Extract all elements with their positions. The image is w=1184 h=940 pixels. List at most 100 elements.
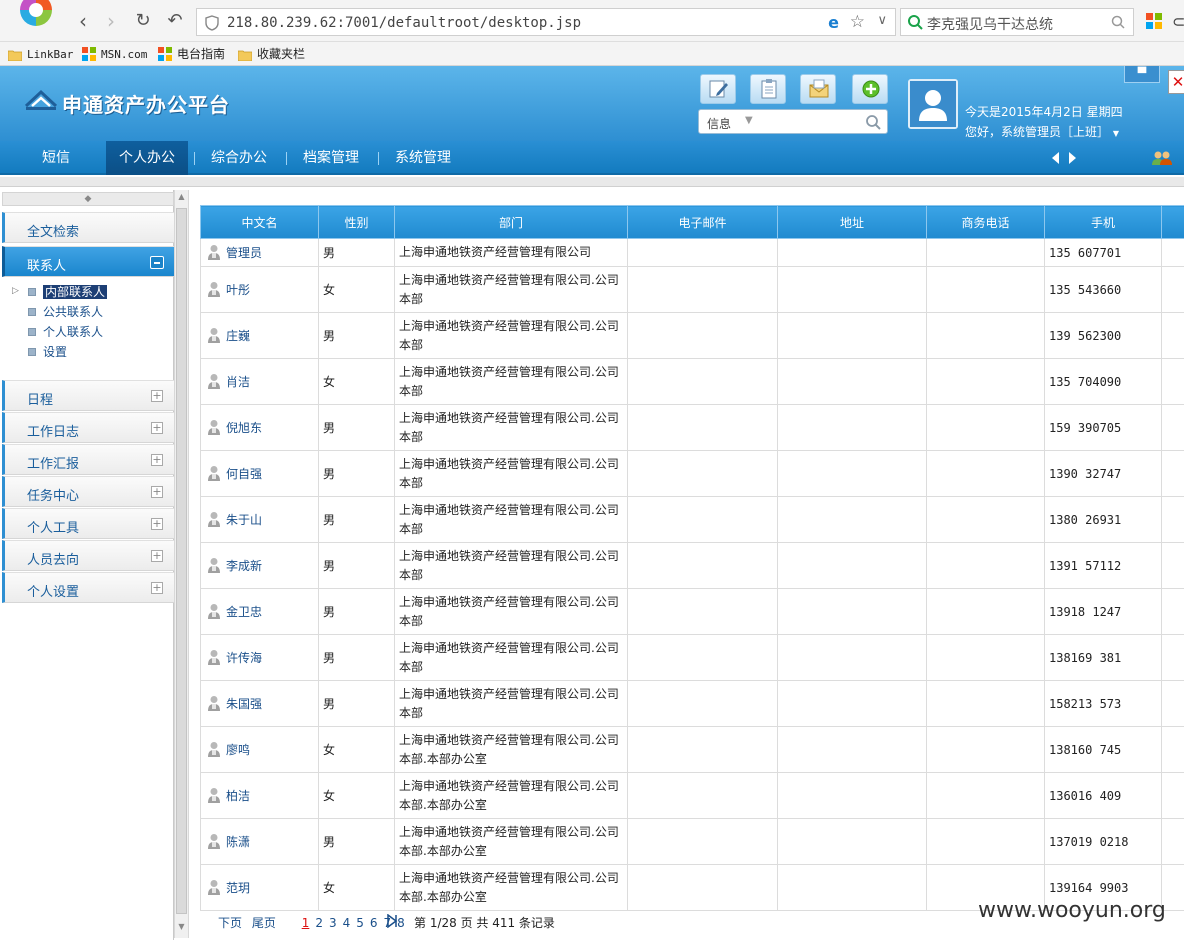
- users-icon[interactable]: [1152, 150, 1172, 166]
- page-arrow-icon[interactable]: [386, 914, 398, 928]
- scroll-left-icon[interactable]: [1050, 151, 1060, 165]
- column-header[interactable]: 中文名: [200, 205, 319, 239]
- browser-search-input[interactable]: 李克强见乌干达总统: [900, 8, 1134, 36]
- write-note-button[interactable]: [700, 74, 736, 104]
- table-row[interactable]: 倪旭东 男上海申通地铁资产经营管理有限公司.公司本部 159 390705: [200, 404, 1184, 451]
- name-cell[interactable]: 金卫忠: [200, 588, 319, 635]
- user-status-dropdown[interactable]: 您好，系统管理员［上班］ ▼: [965, 123, 1119, 140]
- table-row[interactable]: 何自强 男上海申通地铁资产经营管理有限公司.公司本部 1390 32747: [200, 450, 1184, 497]
- sidebar-scrollbar[interactable]: ▲ ▼: [174, 190, 189, 938]
- contact-name[interactable]: 廖鸣: [226, 743, 250, 757]
- column-header[interactable]: 手机: [1044, 205, 1162, 239]
- page-link[interactable]: 2: [315, 916, 323, 930]
- bookmark-radio[interactable]: 电台指南: [158, 45, 225, 63]
- table-row[interactable]: 陈潇 男上海申通地铁资产经营管理有限公司.公司本部.本部办公室 137019 021…: [200, 818, 1184, 865]
- menu-system[interactable]: 系统管理: [386, 141, 460, 175]
- page-link[interactable]: 8: [397, 916, 405, 930]
- scroll-down-icon[interactable]: ▼: [175, 922, 188, 936]
- collapse-icon[interactable]: [150, 256, 164, 269]
- contact-name[interactable]: 肖洁: [226, 375, 250, 389]
- extension-icon[interactable]: ⊂: [1172, 12, 1184, 31]
- column-header[interactable]: 地址: [777, 205, 927, 239]
- avatar[interactable]: [908, 79, 958, 129]
- contact-name[interactable]: 管理员: [226, 246, 262, 260]
- name-cell[interactable]: 庄巍: [200, 312, 319, 359]
- contact-personal[interactable]: 个人联系人: [28, 324, 103, 340]
- contact-name[interactable]: 陈潇: [226, 835, 250, 849]
- menu-general-office[interactable]: 综合办公: [202, 141, 276, 175]
- bookmark-linkbar[interactable]: LinkBar: [8, 45, 73, 63]
- name-cell[interactable]: 倪旭东: [200, 404, 319, 451]
- contact-name[interactable]: 倪旭东: [226, 421, 262, 435]
- search-icon[interactable]: [865, 114, 881, 130]
- page-link[interactable]: 5: [356, 916, 364, 930]
- contact-name[interactable]: 许传海: [226, 651, 262, 665]
- last-page-link[interactable]: 尾页: [252, 916, 276, 930]
- contact-name[interactable]: 李成新: [226, 559, 262, 573]
- column-header[interactable]: 商务电话: [926, 205, 1045, 239]
- contact-internal[interactable]: 内部联系人: [28, 284, 108, 300]
- search-type-select[interactable]: 信息: [707, 115, 731, 132]
- name-cell[interactable]: 柏洁: [200, 772, 319, 819]
- expand-icon[interactable]: +: [151, 454, 163, 466]
- page-link[interactable]: 1: [302, 916, 310, 930]
- expand-icon[interactable]: +: [151, 550, 163, 562]
- contact-name[interactable]: 何自强: [226, 467, 262, 481]
- sidebar-item-personal-settings[interactable]: 个人设置 +: [2, 572, 174, 603]
- name-cell[interactable]: 朱于山: [200, 496, 319, 543]
- expand-icon[interactable]: +: [151, 518, 163, 530]
- page-link[interactable]: 3: [329, 916, 337, 930]
- bookmark-favorites[interactable]: 收藏夹栏: [238, 45, 305, 63]
- name-cell[interactable]: 管理员: [200, 238, 319, 267]
- expand-icon[interactable]: +: [151, 422, 163, 434]
- name-cell[interactable]: 李成新: [200, 542, 319, 589]
- table-row[interactable]: 朱国强 男上海申通地铁资产经营管理有限公司.公司本部 158213 573: [200, 680, 1184, 727]
- name-cell[interactable]: 肖洁: [200, 358, 319, 405]
- forward-button[interactable]: ›: [100, 10, 122, 32]
- contact-name[interactable]: 范玥: [226, 881, 250, 895]
- sidebar-item-work-log[interactable]: 工作日志 +: [2, 412, 174, 443]
- table-row[interactable]: 管理员 男上海申通地铁资产经营管理有限公司 135 607701: [200, 238, 1184, 267]
- star-icon[interactable]: ☆: [850, 12, 865, 32]
- contact-name[interactable]: 叶彤: [226, 283, 250, 297]
- tree-expand-icon[interactable]: ▷: [12, 286, 19, 296]
- column-header[interactable]: 电子邮件: [627, 205, 778, 239]
- apps-icon[interactable]: [1146, 13, 1162, 29]
- column-header[interactable]: 性别: [318, 205, 395, 239]
- name-cell[interactable]: 陈潇: [200, 818, 319, 865]
- contact-name[interactable]: 朱国强: [226, 697, 262, 711]
- info-search-input[interactable]: 信息 ▼: [698, 109, 888, 134]
- contact-settings[interactable]: 设置: [28, 344, 67, 360]
- name-cell[interactable]: 朱国强: [200, 680, 319, 727]
- scroll-up-icon[interactable]: ▲: [175, 192, 188, 206]
- contact-public[interactable]: 公共联系人: [28, 304, 103, 320]
- chevron-down-icon[interactable]: ∨: [877, 13, 887, 28]
- menu-archives[interactable]: 档案管理: [294, 141, 368, 175]
- page-link[interactable]: 4: [343, 916, 351, 930]
- sidebar-collapse-button[interactable]: ◆: [2, 192, 174, 206]
- sidebar-item-schedule[interactable]: 日程 +: [2, 380, 174, 411]
- table-row[interactable]: 柏洁 女上海申通地铁资产经营管理有限公司.公司本部.本部办公室 136016 409: [200, 772, 1184, 819]
- search-icon[interactable]: [1111, 15, 1125, 29]
- theme-button[interactable]: ▀: [1124, 66, 1160, 83]
- address-bar[interactable]: 218.80.239.62:7001/defaultroot/desktop.j…: [196, 8, 896, 36]
- scroll-right-icon[interactable]: [1068, 151, 1078, 165]
- ie-mode-icon[interactable]: e: [828, 13, 839, 32]
- sidebar-item-fulltext-search[interactable]: 全文检索: [2, 212, 174, 243]
- table-row[interactable]: 庄巍 男上海申通地铁资产经营管理有限公司.公司本部 139 562300: [200, 312, 1184, 359]
- close-button[interactable]: ✕: [1168, 70, 1184, 94]
- sidebar-item-task-center[interactable]: 任务中心 +: [2, 476, 174, 507]
- expand-icon[interactable]: +: [151, 390, 163, 402]
- next-page-link[interactable]: 下页: [218, 916, 242, 930]
- menu-sms[interactable]: 短信: [28, 141, 84, 175]
- name-cell[interactable]: 廖鸣: [200, 726, 319, 773]
- table-row[interactable]: 许传海 男上海申通地铁资产经营管理有限公司.公司本部 138169 381: [200, 634, 1184, 681]
- expand-icon[interactable]: +: [151, 486, 163, 498]
- table-row[interactable]: 朱于山 男上海申通地铁资产经营管理有限公司.公司本部 1380 26931: [200, 496, 1184, 543]
- name-cell[interactable]: 何自强: [200, 450, 319, 497]
- refresh-button[interactable]: ↻: [132, 10, 154, 32]
- back-button[interactable]: ‹: [72, 10, 94, 32]
- name-cell[interactable]: 范玥: [200, 864, 319, 911]
- contact-name[interactable]: 朱于山: [226, 513, 262, 527]
- menu-personal-office[interactable]: 个人办公: [106, 141, 188, 175]
